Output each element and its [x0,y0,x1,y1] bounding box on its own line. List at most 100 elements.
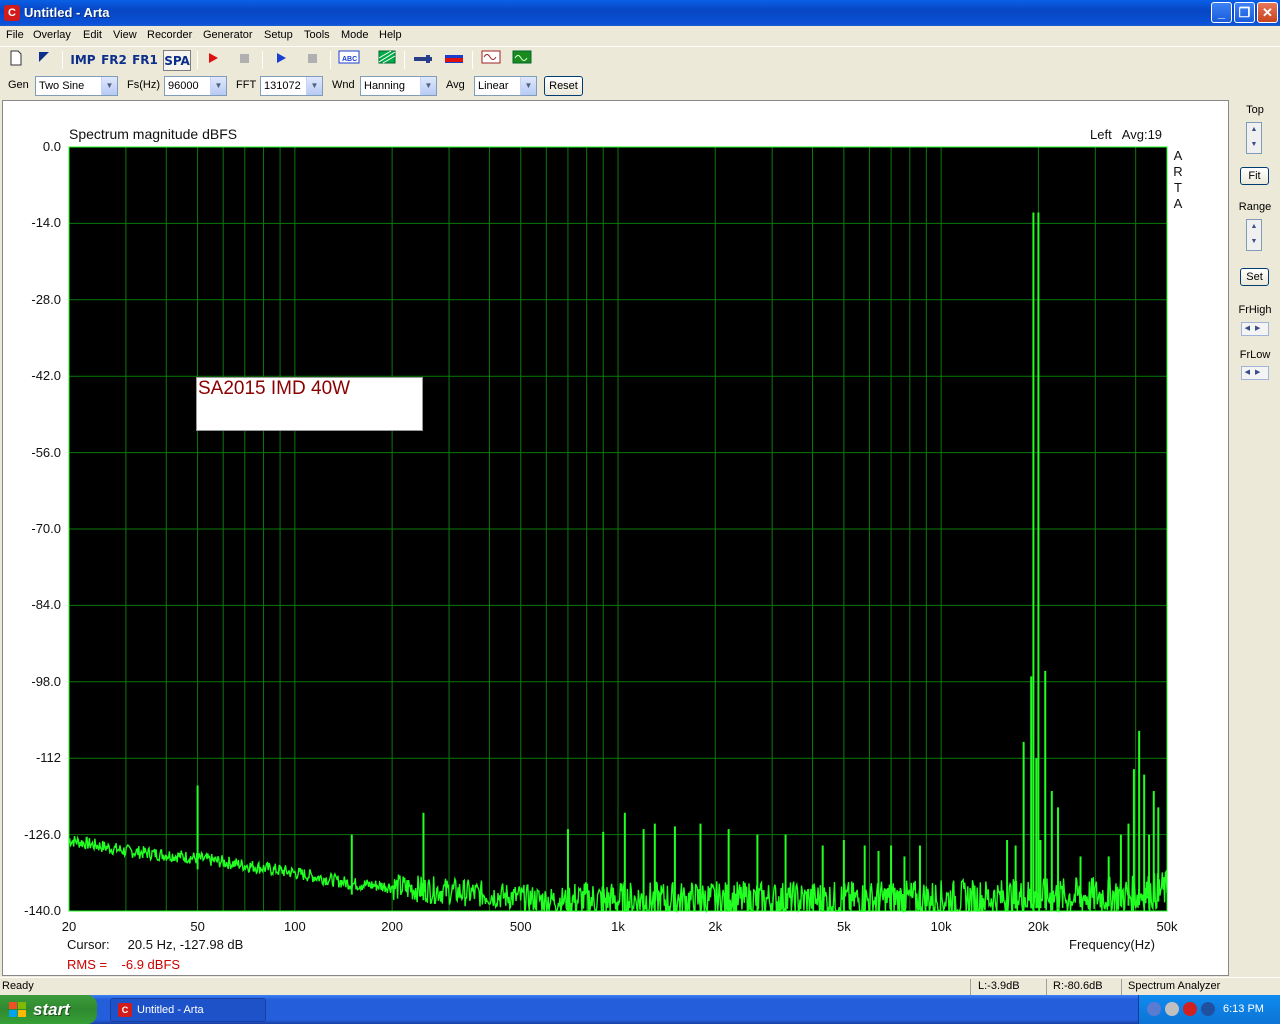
window-value: Hanning [364,80,405,92]
range-label: Range [1238,201,1272,213]
x-tick-label: 50 [190,919,205,934]
menu-edit[interactable]: Edit [83,29,102,41]
menu-bar: File Overlay Edit View Recorder Generato… [0,26,1280,45]
channel-average-label: Left Avg:19 [1090,127,1163,142]
app-icon: C [118,1003,132,1017]
side-panel: Top ▲ ▼ Fit Range ▲ ▼ Set FrHigh ◀▶ FrLow … [1230,100,1280,976]
x-tick-label: 500 [509,919,532,934]
app-icon: C [4,5,20,21]
menu-file[interactable]: File [6,29,24,41]
fr2-mode-button[interactable]: FR2 [101,50,127,71]
record-stop-icon[interactable] [232,50,256,71]
start-button[interactable]: start [0,995,97,1024]
range-spinner[interactable]: ▲ ▼ [1246,219,1262,251]
chevron-down-icon: ▼ [306,77,322,95]
chevron-down-icon: ▼ [101,77,117,95]
set-button[interactable]: Set [1240,268,1269,286]
impulse-mode-button[interactable]: IMP [70,50,96,71]
fft-size-select[interactable]: 131072 ▼ [260,76,323,96]
window-select[interactable]: Hanning ▼ [360,76,437,96]
chevron-down-icon: ▼ [210,77,226,95]
record-play-icon[interactable] [201,50,225,71]
plot-area[interactable]: Spectrum magnitude dBFS Left Avg:19 ARTA… [2,100,1229,976]
chevron-down-icon[interactable]: ▼ [1247,138,1261,153]
frlow-arrows[interactable]: ◀▶ [1241,366,1269,380]
menu-setup[interactable]: Setup [264,29,293,41]
fr1-mode-button[interactable]: FR1 [132,50,158,71]
top-spinner[interactable]: ▲ ▼ [1246,122,1262,154]
menu-generator[interactable]: Generator [203,29,253,41]
frhigh-arrows[interactable]: ◀▶ [1241,322,1269,336]
arta-letter: R [1173,164,1183,179]
annotation-box[interactable]: SA2015 IMD 40W [196,377,423,431]
chevron-up-icon[interactable]: ▲ [1247,220,1261,235]
averaging-value: Linear [478,80,509,92]
meter-icon[interactable] [411,50,435,71]
averaging-select[interactable]: Linear ▼ [474,76,537,96]
chevron-down-icon: ▼ [420,77,436,95]
x-tick-label: 20 [61,919,77,934]
signal-generator-icon[interactable] [479,50,503,71]
system-tray: 6:13 PM [1138,995,1280,1024]
generator-play-icon[interactable] [269,50,293,71]
generator-select[interactable]: Two Sine ▼ [35,76,118,96]
menu-mode[interactable]: Mode [341,29,369,41]
minimize-button[interactable]: _ [1211,2,1232,23]
spa-mode-button[interactable]: SPA [163,50,191,71]
menu-help[interactable]: Help [379,29,402,41]
rms-readout: RMS = -6.9 dBFS [67,957,181,972]
chevron-up-icon[interactable]: ▲ [1247,123,1261,138]
sample-rate-select[interactable]: 96000 ▼ [164,76,227,96]
y-tick-label: 0.0 [42,139,61,154]
annotation-abc-icon[interactable]: ABC [337,50,361,71]
title-bar: C Untitled - Arta _ ❐ ✕ [0,0,1280,26]
chevron-down-icon: ▼ [520,77,536,95]
menu-overlay[interactable]: Overlay [33,29,71,41]
x-tick-label: 1k [611,919,625,934]
window-title: Untitled - Arta [24,5,110,20]
generator-stop-icon[interactable] [300,50,324,71]
start-label: start [33,1000,70,1019]
taskbar-item-label: Untitled - Arta [137,1004,204,1016]
network-icon[interactable] [1147,1002,1161,1016]
spectrum-chart[interactable] [3,101,1230,977]
fs-label: Fs(Hz) [127,79,160,91]
y-tick-label: -98.0 [31,673,61,689]
y-tick-label: -84.0 [31,597,61,613]
x-tick-label: 200 [381,919,403,934]
speaker-icon[interactable] [1165,1002,1179,1016]
taskbar-item-arta[interactable]: C Untitled - Arta [110,998,266,1022]
y-tick-label: -28.0 [31,291,61,307]
oscilloscope-icon[interactable] [510,50,534,71]
shield-icon[interactable] [1183,1002,1197,1016]
y-tick-label: -112 [35,750,61,766]
new-file-icon[interactable] [4,50,28,71]
windows-logo-icon [9,1002,26,1017]
level-bar-icon[interactable] [442,50,466,71]
maximize-button[interactable]: ❐ [1234,2,1255,23]
left-level: L:-3.9dB [978,980,1020,992]
y-tick-label: -70.0 [31,521,61,536]
antivirus-icon[interactable] [1201,1002,1215,1016]
y-tick-label: -42.0 [31,368,61,384]
overlay-icon[interactable] [375,50,399,71]
x-tick-label: 100 [284,919,306,934]
x-tick-label: 2k [708,919,723,934]
close-button[interactable]: ✕ [1257,2,1278,23]
chevron-down-icon[interactable]: ▼ [1247,235,1261,250]
fft-label: FFT [236,79,257,91]
avg-label: Avg [446,79,465,91]
menu-tools[interactable]: Tools [304,29,330,41]
fit-button[interactable]: Fit [1240,167,1269,185]
mode-indicator: Spectrum Analyzer [1128,980,1221,992]
annotation-text: SA2015 IMD 40W [198,378,351,399]
x-tick-label: 50k [1156,919,1178,934]
x-axis-label: Frequency(Hz) [1069,937,1155,952]
y-tick-label: -14.0 [31,215,61,231]
menu-recorder[interactable]: Recorder [147,29,192,41]
x-tick-label: 10k [930,919,952,934]
menu-view[interactable]: View [113,29,137,41]
open-icon[interactable] [32,50,56,71]
arta-vertical-label: ARTA [1172,148,1184,212]
reset-button[interactable]: Reset [544,76,583,96]
